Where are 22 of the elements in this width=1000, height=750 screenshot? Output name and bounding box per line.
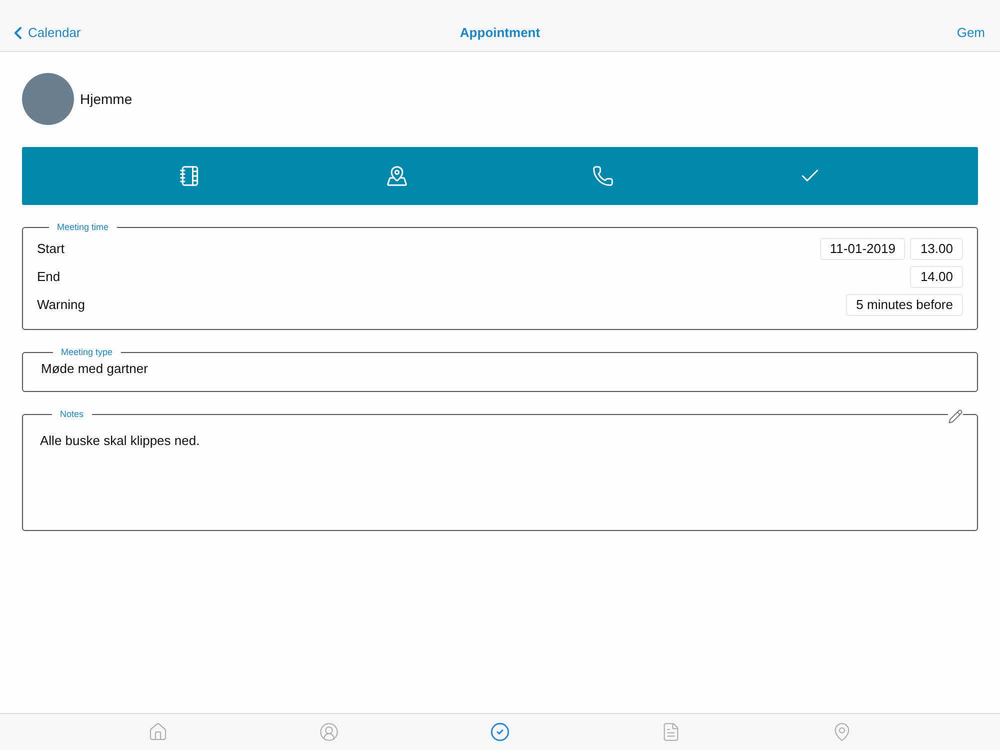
section-legend: Meeting type bbox=[53, 346, 121, 359]
section-legend: Notes bbox=[52, 408, 92, 421]
location-name: Hjemme bbox=[80, 90, 132, 109]
row-label: Start bbox=[37, 240, 64, 258]
value-chip[interactable]: 11-01-2019 bbox=[820, 238, 906, 260]
photo-placeholder bbox=[22, 73, 74, 125]
save-button[interactable]: Gem bbox=[872, 22, 992, 42]
row-label: End bbox=[37, 268, 60, 286]
value-chip[interactable]: 5 minutes before bbox=[846, 294, 963, 316]
row-label: Warning bbox=[37, 296, 85, 314]
check-circle-icon[interactable] bbox=[490, 722, 510, 742]
meeting-type-value: Møde med gartner bbox=[41, 360, 149, 378]
phone-icon bbox=[592, 165, 614, 187]
value-chip[interactable]: 13.00 bbox=[910, 238, 963, 260]
map-pin-icon bbox=[386, 165, 408, 187]
user-icon[interactable] bbox=[318, 722, 339, 742]
value-chip[interactable]: 14.00 bbox=[910, 266, 963, 288]
back-button[interactable]: Calendar bbox=[8, 22, 128, 42]
home-icon[interactable] bbox=[148, 722, 168, 742]
section-legend: Meeting time bbox=[49, 221, 117, 234]
page-title: Appointment bbox=[460, 24, 540, 42]
notes-text: Alle buske skal klippes ned. bbox=[40, 432, 201, 450]
